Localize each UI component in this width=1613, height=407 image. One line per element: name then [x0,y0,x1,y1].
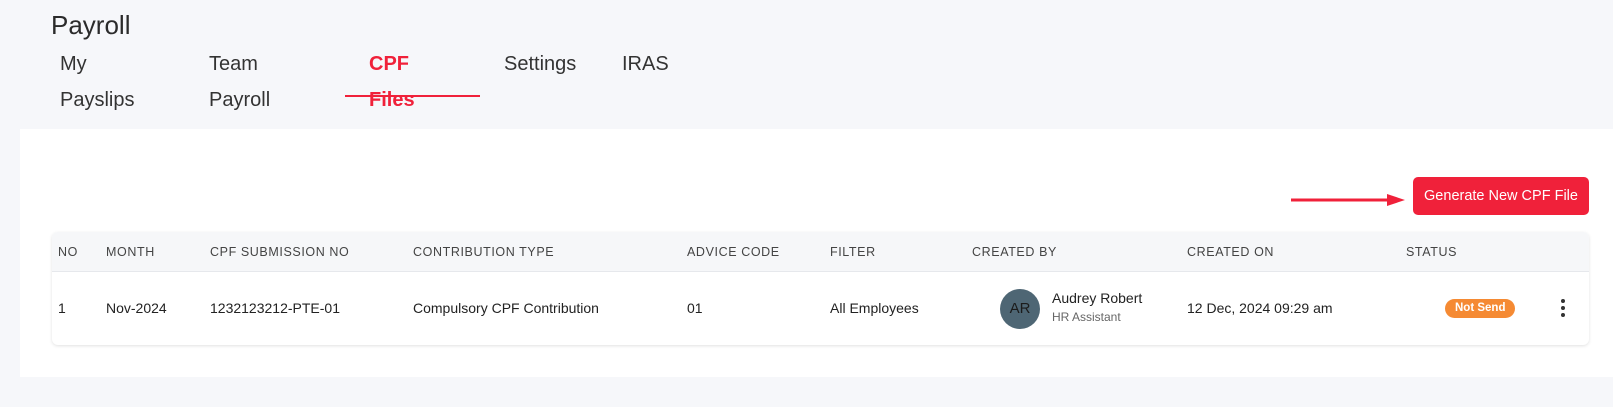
tab-my-payslips[interactable]: My Payslips [36,46,185,111]
tab-iras[interactable]: IRAS [598,46,698,97]
header-created-by: CREATED BY [972,245,1057,259]
tab-team-payroll[interactable]: Team Payroll [185,46,345,111]
creator-name: Audrey Robert [1052,290,1143,306]
cell-submission-no: 1232123212-PTE-01 [210,300,340,316]
status-badge: Not Send [1445,299,1516,318]
tab-settings[interactable]: Settings [480,46,598,97]
avatar: AR [1000,289,1040,329]
header-month: MONTH [106,245,155,259]
table-row[interactable]: 1 Nov-2024 1232123212-PTE-01 Compulsory … [52,272,1589,345]
header-no: NO [58,245,78,259]
header-filter: FILTER [830,245,876,259]
table-header: NO MONTH CPF SUBMISSION NO CONTRIBUTION … [52,232,1589,272]
creator-role: HR Assistant [1052,310,1121,324]
header-advice-code: ADVICE CODE [687,245,780,259]
cpf-files-table: NO MONTH CPF SUBMISSION NO CONTRIBUTION … [52,232,1589,345]
cell-created-on: 12 Dec, 2024 09:29 am [1187,300,1333,316]
cell-advice-code: 01 [687,300,703,316]
arrow-right-icon [1291,194,1405,206]
tab-cpf-files[interactable]: CPF Files [345,46,480,111]
cell-contribution-type: Compulsory CPF Contribution [413,300,599,316]
header-contribution-type: CONTRIBUTION TYPE [413,245,555,259]
kebab-menu-icon[interactable] [1555,296,1571,320]
cell-no: 1 [58,300,66,316]
header-submission-no: CPF SUBMISSION NO [210,245,350,259]
page-title: Payroll [51,10,131,40]
header-created-on: CREATED ON [1187,245,1275,259]
header-status: STATUS [1406,245,1458,259]
cell-month: Nov-2024 [106,300,167,316]
generate-cpf-file-button[interactable]: Generate New CPF File [1413,177,1589,215]
payroll-tabs: My Payslips Team Payroll CPF Files Setti… [36,46,698,111]
cell-filter: All Employees [830,300,919,316]
